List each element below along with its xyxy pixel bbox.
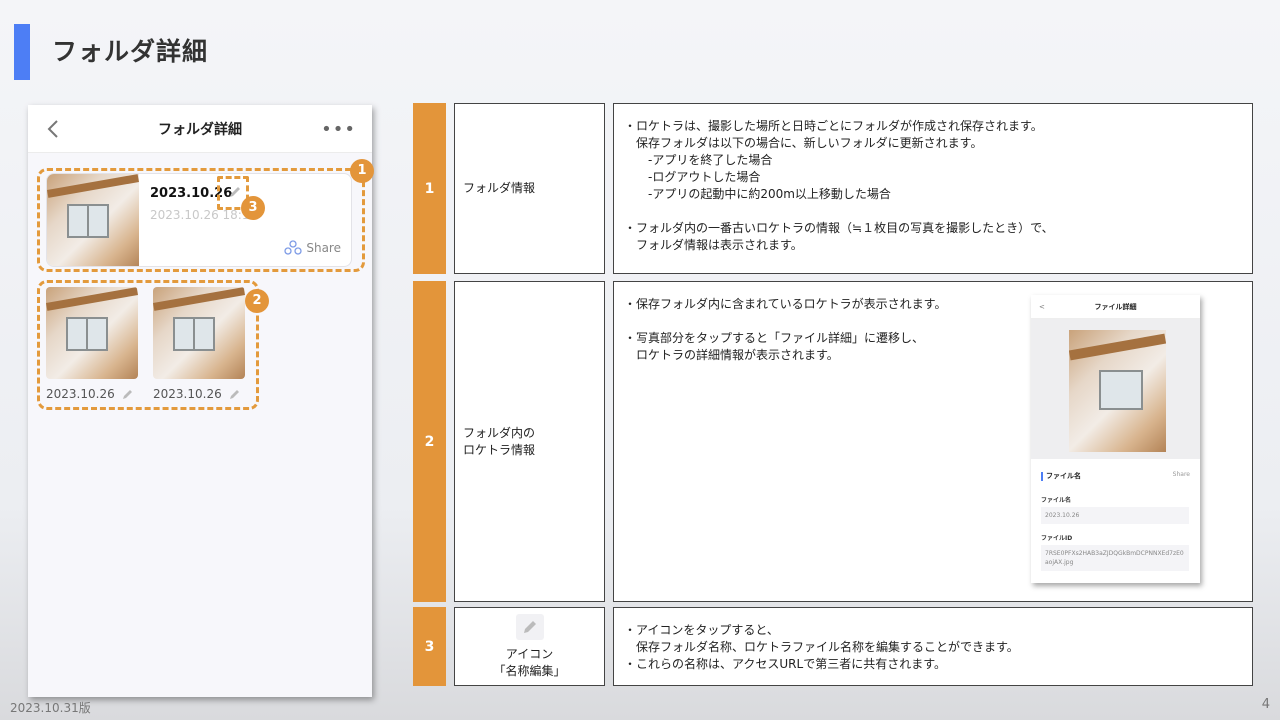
mini-share: Share bbox=[1172, 471, 1190, 478]
highlight-folder-info bbox=[37, 168, 365, 272]
title-accent-bar bbox=[14, 24, 30, 80]
desc-line: -アプリを終了した場合 bbox=[624, 153, 773, 167]
desc-line: ・フォルダ内の一番古いロケトラの情報（≒１枚目の写真を撮影したとき）で、 bbox=[624, 221, 1054, 235]
desc-line: 保存フォルダ名称、ロケトラファイル名称を編集することができます。 bbox=[624, 640, 1019, 654]
more-dots-icon[interactable]: ••• bbox=[321, 119, 356, 140]
mini-file-name-label: ファイル名 bbox=[1041, 497, 1072, 504]
page-number: 4 bbox=[1261, 697, 1270, 712]
row-number-2: 2 bbox=[413, 281, 446, 602]
highlight-file-list bbox=[37, 280, 259, 410]
desc-line: フォルダ情報は表示されます。 bbox=[624, 238, 803, 252]
page-title: フォルダ詳細 bbox=[52, 37, 209, 66]
desc-line bbox=[624, 203, 1242, 220]
mini-file-name-value: 2023.10.26 bbox=[1041, 507, 1189, 524]
row-label-3: アイコン 「名称編集」 bbox=[454, 607, 605, 686]
badge-1: 1 bbox=[350, 159, 374, 183]
desc-line: -ログアウトした場合 bbox=[624, 170, 761, 184]
mini-file-id-value: 7RSE0PFXs2HAB3aZJDQGkBmDCPNNXEd7zE0aojAX… bbox=[1041, 545, 1189, 571]
badge-3: 3 bbox=[241, 196, 265, 220]
mini-file-id-label: ファイルID bbox=[1041, 535, 1073, 542]
row-label-2: フォルダ内の ロケトラ情報 bbox=[454, 281, 605, 602]
phone-header: フォルダ詳細 ••• bbox=[28, 105, 372, 153]
file-detail-screenshot: < ファイル詳細 ファイル名 Share ファイル名 2023.10.26 ファ… bbox=[1031, 295, 1200, 583]
row-label-1: フォルダ情報 bbox=[454, 103, 605, 274]
chevron-left-icon: < bbox=[1039, 303, 1045, 311]
mini-photo-area bbox=[1031, 319, 1200, 459]
row-description-3: ・アイコンをタップすると、 保存フォルダ名称、ロケトラファイル名称を編集すること… bbox=[613, 607, 1253, 686]
label-line: 「名称編集」 bbox=[493, 663, 566, 678]
badge-2: 2 bbox=[245, 289, 269, 313]
label-line: フォルダ内の bbox=[463, 425, 536, 440]
label-line: アイコン bbox=[505, 646, 554, 661]
version-label: 2023.10.31版 bbox=[10, 701, 91, 715]
desc-line: ・アイコンをタップすると、 bbox=[624, 623, 779, 637]
pencil-edit-icon bbox=[515, 613, 544, 640]
mini-photo bbox=[1069, 330, 1166, 452]
desc-line: ・これらの名称は、アクセスURLで第三者に共有されます。 bbox=[624, 657, 947, 671]
row-description-1: ・ロケトラは、撮影した場所と日時ごとにフォルダが作成され保存されます。 保存フォ… bbox=[613, 103, 1253, 274]
desc-line: ・ロケトラは、撮影した場所と日時ごとにフォルダが作成され保存されます。 bbox=[624, 119, 1043, 133]
desc-line: 保存フォルダは以下の場合に、新しいフォルダに更新されます。 bbox=[624, 136, 983, 150]
mini-header: < ファイル詳細 bbox=[1031, 295, 1200, 319]
mini-title: ファイル詳細 bbox=[1094, 303, 1137, 311]
label-line: ロケトラ情報 bbox=[463, 442, 536, 457]
mini-section-title: ファイル名 bbox=[1041, 471, 1081, 481]
mini-section-label: ファイル名 bbox=[1046, 472, 1081, 480]
row-number-1: 1 bbox=[413, 103, 446, 274]
row-number-3: 3 bbox=[413, 607, 446, 686]
desc-line: -アプリの起動中に約200m以上移動した場合 bbox=[624, 187, 891, 201]
